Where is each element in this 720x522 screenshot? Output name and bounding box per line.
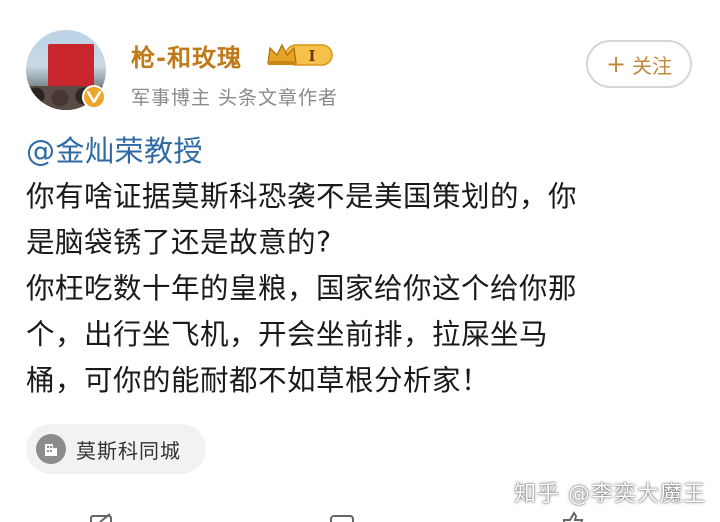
weibo-post: 枪-和玫瑰 I 军事博主 头条文章作者 + 关注 @金灿荣教授 你有啥证据莫斯科… <box>0 0 720 522</box>
content-line: 你枉吃数十年的皇粮，国家给你这个给你那 <box>26 272 578 305</box>
content-line: 是脑袋锈了还是故意的? <box>26 226 332 259</box>
rank-level: I <box>308 47 315 65</box>
share-button[interactable] <box>90 510 126 522</box>
avatar-flag <box>48 44 94 92</box>
watermark: 知乎 @李奕大魔王 <box>514 482 706 507</box>
location-building-icon <box>36 434 66 464</box>
crown-rank-icon: I <box>267 43 333 66</box>
mention-link[interactable]: @金灿荣教授 <box>26 128 203 170</box>
like-button[interactable] <box>560 510 596 522</box>
share-icon <box>90 513 112 522</box>
content-line: 个，出行坐飞机，开会坐前排，拉屎坐马 <box>26 318 549 351</box>
content-line: 桶，可你的能耐都不如草根分析家！ <box>26 364 491 397</box>
follow-button[interactable]: + 关注 <box>586 40 692 88</box>
like-icon <box>563 511 584 522</box>
location-tag[interactable]: 莫斯科同城 <box>26 424 206 474</box>
post-content: 你有啥证据莫斯科恐袭不是美国策划的，你 是脑袋锈了还是故意的? 你枉吃数十年的皇… <box>26 174 706 404</box>
author-subtitle: 军事博主 头条文章作者 <box>131 87 339 109</box>
action-row <box>0 510 720 522</box>
follow-label: 关注 <box>632 53 673 78</box>
plus-icon: + <box>605 50 627 78</box>
author-name[interactable]: 枪-和玫瑰 <box>131 38 242 73</box>
comment-icon <box>330 515 354 522</box>
content-line: 你有啥证据莫斯科恐袭不是美国策划的，你 <box>26 180 578 213</box>
comment-button[interactable] <box>330 510 366 522</box>
verified-v-icon <box>82 85 106 109</box>
location-label: 莫斯科同城 <box>76 438 181 463</box>
